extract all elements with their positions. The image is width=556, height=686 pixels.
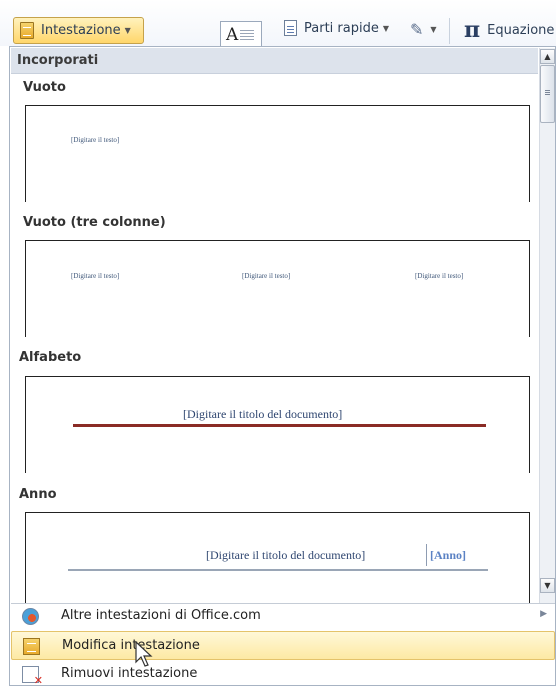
anno-divider [426, 544, 427, 566]
alfabeto-rule [73, 424, 486, 427]
year-placeholder: [Anno] [430, 548, 467, 562]
pi-icon: π [464, 17, 481, 43]
header-icon [20, 22, 34, 39]
header-template-vuoto-tre-colonne[interactable]: [Digitare il testo] [Digitare il testo] … [25, 240, 530, 337]
signature-line-button[interactable]: ✎ ▼ [410, 20, 437, 39]
quick-parts-button[interactable]: Parti rapide ▼ [284, 20, 389, 36]
quick-parts-label: Parti rapide [304, 20, 379, 36]
chevron-down-icon: ▼ [430, 25, 437, 34]
signature-icon: ✎ [410, 20, 424, 39]
mouse-pointer-icon [135, 640, 153, 667]
textbox-lines-icon [240, 27, 255, 42]
remove-header-icon [22, 666, 43, 686]
remove-header-menu-item[interactable]: Rimuovi intestazione [11, 660, 555, 686]
edit-header-menu-item[interactable]: Modifica intestazione [11, 631, 555, 660]
document-title-placeholder: [Digitare il titolo del documento] [206, 548, 366, 562]
header-template-anno[interactable]: [Digitare il titolo del documento] [Anno… [25, 512, 530, 604]
header-template-alfabeto[interactable]: [Digitare il titolo del documento] [25, 376, 530, 473]
section-title-vuoto-tre-colonne: Vuoto (tre colonne) [23, 215, 166, 230]
equation-label: Equazione [487, 22, 555, 38]
quick-parts-icon [284, 20, 297, 36]
header-template-vuoto[interactable]: [Digitare il testo] [25, 105, 530, 202]
scroll-up-icon[interactable]: ▲ [540, 49, 555, 64]
placeholder-text-right: [Digitare il testo] [415, 272, 464, 280]
header-button-label: Intestazione [41, 23, 121, 38]
gallery-scrollbar[interactable]: ▲ ▼ [539, 48, 555, 604]
equation-button[interactable]: π Equazione [464, 17, 554, 43]
ribbon-divider [449, 18, 450, 44]
ribbon-bar: Intestazione ▼ A Parti rapide ▼ ✎ ▼ π Eq… [0, 0, 556, 47]
placeholder-text: [Digitare il testo] [71, 136, 120, 144]
submenu-arrow-icon: ▶ [540, 609, 547, 619]
placeholder-text-left: [Digitare il testo] [71, 272, 120, 280]
scrollbar-thumb[interactable] [540, 65, 555, 123]
more-headers-menu-item[interactable]: Altre intestazioni di Office.com ▶ [11, 602, 555, 631]
section-title-vuoto: Vuoto [23, 80, 66, 95]
header-dropdown-button[interactable]: Intestazione ▼ [13, 17, 144, 44]
scroll-down-icon[interactable]: ▼ [540, 578, 555, 593]
edit-header-icon [23, 638, 40, 655]
edit-header-label: Modifica intestazione [62, 638, 200, 653]
remove-header-label: Rimuovi intestazione [61, 666, 198, 681]
document-title-placeholder: [Digitare il titolo del documento] [183, 407, 343, 421]
more-headers-label: Altre intestazioni di Office.com [61, 608, 261, 623]
office-online-icon [22, 608, 39, 625]
textbox-glyph: A [226, 24, 239, 45]
anno-rule [68, 569, 488, 571]
chevron-down-icon: ▼ [382, 23, 389, 33]
gallery-category-header: Incorporati [11, 48, 538, 74]
section-title-alfabeto: Alfabeto [19, 350, 82, 365]
section-title-anno: Anno [19, 487, 57, 502]
chevron-down-icon: ▼ [124, 26, 131, 35]
header-gallery-dropdown: Incorporati Vuoto [Digitare il testo] Vu… [9, 46, 556, 686]
textbox-button[interactable]: A [220, 21, 262, 47]
placeholder-text-center: [Digitare il testo] [242, 272, 291, 280]
